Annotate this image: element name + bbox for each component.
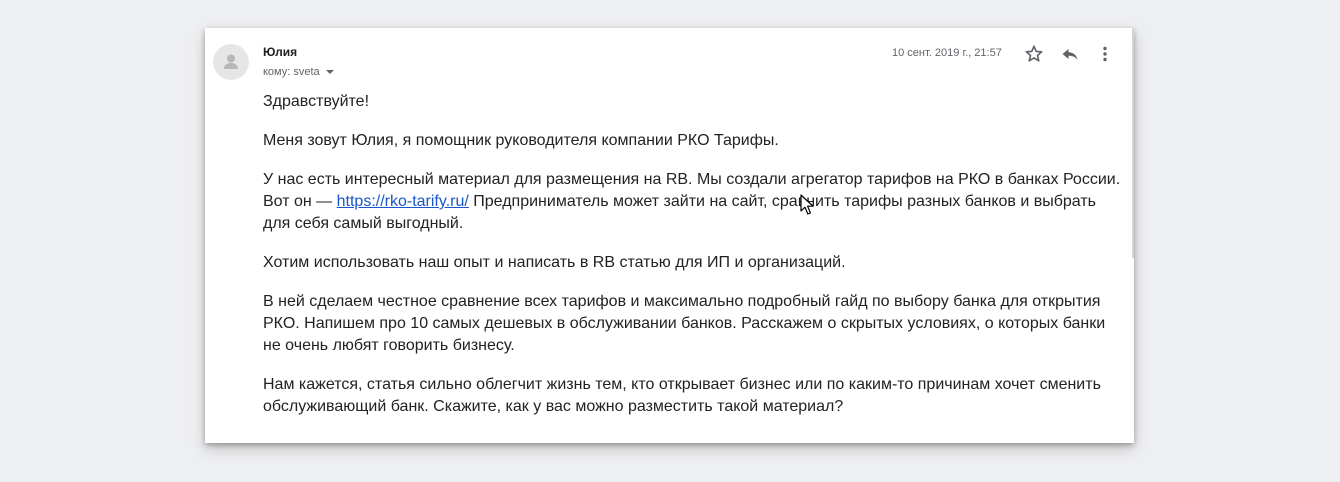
chevron-down-icon bbox=[325, 70, 334, 75]
site-link[interactable]: https://rko-tarify.ru/ bbox=[337, 193, 469, 210]
more-vertical-icon[interactable] bbox=[1094, 43, 1116, 65]
article-intent-paragraph: Хотим использовать наш опыт и написать в… bbox=[263, 254, 846, 271]
email-body: Здравствуйте! Меня зовут Юлия, я помощни… bbox=[263, 91, 1123, 435]
sender-name: Юлия bbox=[263, 45, 298, 59]
star-icon[interactable] bbox=[1023, 43, 1045, 65]
reply-icon[interactable] bbox=[1059, 43, 1081, 65]
recipient-dropdown[interactable]: кому: sveta bbox=[263, 65, 334, 79]
scrollbar[interactable] bbox=[1132, 28, 1134, 258]
intro-paragraph: Меня зовут Юлия, я помощник руководителя… bbox=[263, 132, 779, 149]
recipient-label: кому: sveta bbox=[263, 66, 320, 78]
person-avatar-icon[interactable] bbox=[213, 44, 249, 80]
email-date: 10 сент. 2019 г., 21:57 bbox=[892, 47, 1002, 59]
greeting-paragraph: Здравствуйте! bbox=[263, 93, 370, 110]
email-card: Юлия кому: sveta 10 сент. 2019 г., 21:57… bbox=[205, 28, 1134, 443]
aggregator-paragraph: У нас есть интересный материал для разме… bbox=[263, 169, 1123, 235]
article-details-paragraph: В ней сделаем честное сравнение всех тар… bbox=[263, 293, 1106, 354]
closing-paragraph: Нам кажется, статья сильно облегчит жизн… bbox=[263, 376, 1101, 415]
